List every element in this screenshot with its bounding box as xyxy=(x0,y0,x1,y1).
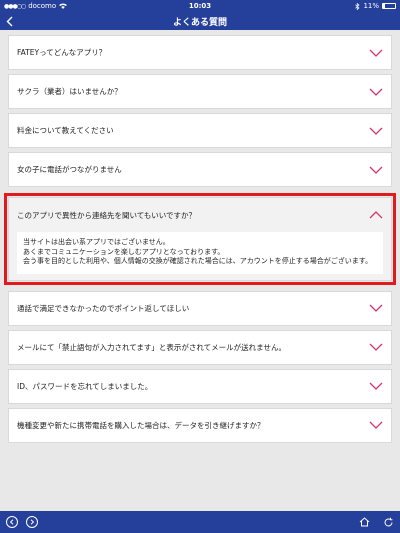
home-icon xyxy=(359,517,369,527)
status-bar: ●●●○○ docomo 10:03 11% xyxy=(0,0,400,12)
faq-question-row[interactable]: メールにて「禁止語句が入力されてます」と表示がされてメールが送れません。 xyxy=(9,331,391,364)
faq-question: メールにて「禁止語句が入力されてます」と表示がされてメールが送れません。 xyxy=(17,342,286,352)
chevron-down-icon xyxy=(369,127,383,135)
faq-question: サクラ（業者）はいませんか？ xyxy=(17,87,122,96)
chevron-down-icon xyxy=(369,343,383,351)
chevron-down-icon xyxy=(369,49,383,57)
page-title: よくある質問 xyxy=(172,17,227,28)
faq-question: FATEYってどんなアプリ？ xyxy=(17,48,107,57)
bottom-toolbar xyxy=(0,511,400,533)
back-nav-button[interactable] xyxy=(6,516,18,528)
faq-question-row[interactable]: 通話で満足できなかったのでポイント返してほしい xyxy=(9,292,391,325)
faq-question-row[interactable]: FATEYってどんなアプリ？ xyxy=(9,36,391,69)
chevron-down-icon xyxy=(369,304,383,312)
faq-item-expanded[interactable]: このアプリで異性から連絡先を聞いてもいいですか？ 当サイトは出会い系アプリではご… xyxy=(4,193,396,285)
faq-question: 女の子に電話がつながりません xyxy=(17,165,122,174)
home-button[interactable] xyxy=(358,516,370,528)
forward-nav-button[interactable] xyxy=(26,516,38,528)
reload-button[interactable] xyxy=(382,516,394,528)
faq-answer-line: あくまでコミュニケーションを楽しむアプリとなっております。 xyxy=(23,247,225,256)
faq-question: 機種変更や新たに携帯電話を購入した場合は、データを引き継げますか？ xyxy=(17,420,265,430)
faq-question: 料金について教えてください xyxy=(17,126,114,135)
faq-question-row[interactable]: サクラ（業者）はいませんか？ xyxy=(9,75,391,108)
reload-icon xyxy=(384,517,392,526)
faq-question-row[interactable]: 料金について教えてください xyxy=(9,114,391,147)
battery-icon xyxy=(382,3,396,9)
faq-item[interactable]: 女の子に電話がつながりません xyxy=(8,152,392,187)
faq-item[interactable]: 料金について教えてください xyxy=(8,113,392,148)
faq-question-row[interactable]: 女の子に電話がつながりません xyxy=(9,153,391,186)
faq-question-row[interactable]: このアプリで異性から連絡先を聞いてもいいですか？ xyxy=(9,198,391,232)
faq-list: FATEYってどんなアプリ？ サクラ（業者）はいませんか？ 料金について教えてく… xyxy=(4,35,396,443)
chevron-down-icon xyxy=(369,382,383,390)
faq-item[interactable]: サクラ（業者）はいませんか？ xyxy=(8,74,392,109)
chevron-down-icon xyxy=(369,421,383,429)
faq-answer-line: 当サイトは出会い系アプリではございません。 xyxy=(23,238,170,246)
faq-answer-line: 会う事を目的とした利用や、個人情報の交換が確認された場合には、アカウントを停止す… xyxy=(23,257,373,265)
faq-item[interactable]: 通話で満足できなかったのでポイント返してほしい xyxy=(8,290,392,326)
faq-question: ID、パスワードを忘れてしまいました。 xyxy=(17,381,153,391)
faq-answer-body: 当サイトは出会い系アプリではございません。 あくまでコミュニケーションを楽しむア… xyxy=(17,232,383,274)
bottom-right-actions xyxy=(358,516,394,528)
nav-bar: よくある質問 xyxy=(0,12,400,30)
faq-item[interactable]: メールにて「禁止語句が入力されてます」と表示がされてメールが送れません。 xyxy=(8,329,392,365)
chevron-down-icon xyxy=(369,166,383,174)
faq-content[interactable]: FATEYってどんなアプリ？ サクラ（業者）はいませんか？ 料金について教えてく… xyxy=(0,30,400,511)
arrow-right-icon xyxy=(30,519,35,525)
chevron-left-icon xyxy=(6,16,13,26)
chevron-down-icon xyxy=(369,88,383,96)
faq-item[interactable]: FATEYってどんなアプリ？ xyxy=(8,35,392,70)
faq-question-row[interactable]: ID、パスワードを忘れてしまいました。 xyxy=(9,370,391,403)
status-time: 10:03 xyxy=(188,2,212,10)
back-button[interactable] xyxy=(6,12,20,30)
faq-item[interactable]: ID、パスワードを忘れてしまいました。 xyxy=(8,368,392,404)
faq-answer: 当サイトは出会い系アプリではございません。 あくまでコミュニケーションを楽しむア… xyxy=(9,232,391,280)
chevron-up-icon xyxy=(369,211,383,219)
arrow-left-icon xyxy=(9,519,14,525)
faq-question: 通話で満足できなかったのでポイント返してほしい xyxy=(17,303,190,313)
faq-question-row[interactable]: 機種変更や新たに携帯電話を購入した場合は、データを引き継げますか？ xyxy=(9,409,391,442)
faq-item[interactable]: 機種変更や新たに携帯電話を購入した場合は、データを引き継げますか？ xyxy=(8,407,392,443)
faq-question: このアプリで異性から連絡先を聞いてもいいですか？ xyxy=(17,210,197,220)
